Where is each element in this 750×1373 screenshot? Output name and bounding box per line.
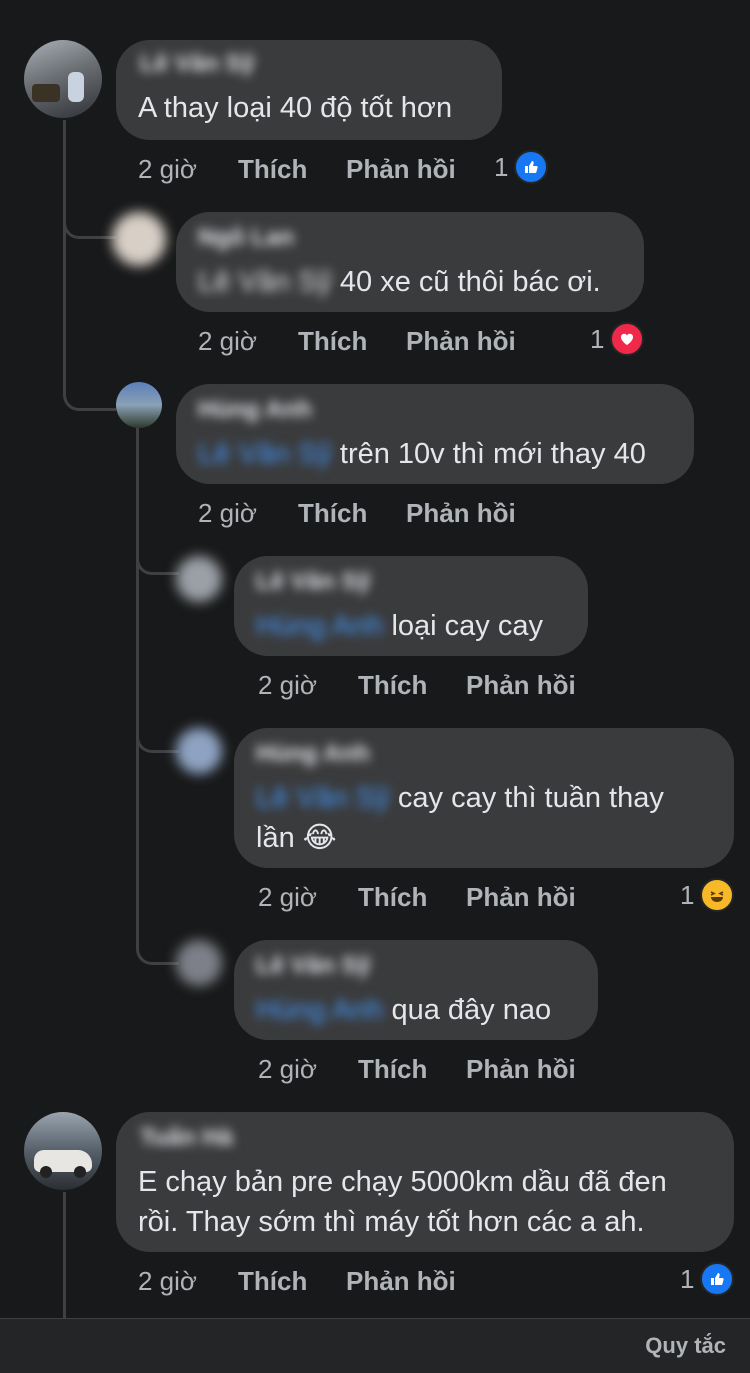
like-button[interactable]: Thích — [358, 1054, 427, 1085]
comment-text: Hùng Anh qua đây nao — [256, 990, 551, 1030]
comment-actions: 2 giờ Thích Phản hồi — [138, 154, 456, 186]
thread-curve-reply-4 — [136, 710, 179, 753]
comment-time[interactable]: 2 giờ — [258, 882, 317, 913]
comment-actions: 2 giờ Thích Phản hồi — [198, 326, 516, 358]
reply-button[interactable]: Phản hồi — [466, 670, 576, 701]
comment-actions: 2 giờ Thích Phản hồi — [198, 498, 516, 530]
avatar[interactable] — [176, 728, 222, 774]
haha-reaction-icon — [700, 878, 735, 912]
reply-button[interactable]: Phản hồi — [346, 1266, 456, 1297]
reply-button[interactable]: Phản hồi — [406, 326, 516, 357]
reaction-count: 1 — [494, 151, 509, 182]
like-button[interactable]: Thích — [238, 1266, 307, 1297]
comment-mention[interactable]: Lê Văn Sỹ — [198, 434, 332, 474]
comment-author[interactable]: Tuấn Hà — [140, 1124, 233, 1152]
comment-time[interactable]: 2 giờ — [258, 670, 317, 701]
comment-author[interactable]: Hùng Anh — [198, 396, 312, 424]
thread-curve-reply-2 — [63, 300, 116, 411]
comment-text-line-2: lần 😂 — [256, 822, 337, 854]
avatar[interactable] — [116, 382, 162, 428]
thread-curve-reply-1 — [63, 196, 116, 239]
like-reaction-icon — [514, 150, 549, 184]
comment-author[interactable]: Lê Văn Sỹ — [256, 568, 371, 596]
avatar[interactable] — [112, 212, 166, 266]
reaction-count: 1 — [680, 879, 695, 910]
comment-actions: 2 giờ Thích Phản hồi — [258, 882, 576, 914]
thread-curve-reply-5 — [136, 850, 179, 965]
comment-author[interactable]: Lê Văn Sỹ — [140, 50, 255, 78]
comment-mention[interactable]: Lê Văn Sỹ — [198, 262, 332, 302]
thread-line-nested — [136, 420, 139, 860]
like-button[interactable]: Thích — [298, 498, 367, 529]
avatar[interactable] — [24, 1112, 102, 1190]
comment-time[interactable]: 2 giờ — [258, 1054, 317, 1085]
comment-author[interactable]: Lê Văn Sỹ — [256, 952, 371, 980]
like-button[interactable]: Thích — [298, 326, 367, 357]
comment-actions: 2 giờ Thích Phản hồi — [258, 670, 576, 702]
comment-time[interactable]: 2 giờ — [138, 154, 197, 185]
reply-button[interactable]: Phản hồi — [346, 154, 456, 185]
love-reaction-icon — [610, 322, 645, 356]
comment-bubble: Lê Văn Sỹ A thay loại 40 độ tốt hơn — [116, 40, 502, 140]
footer-bar: Quy tắc — [0, 1318, 750, 1373]
avatar[interactable] — [176, 940, 222, 986]
comment-mention[interactable]: Lê Văn Sỹ — [256, 778, 390, 818]
comment-mention[interactable]: Hùng Anh — [256, 606, 383, 646]
reply-button[interactable]: Phản hồi — [406, 498, 516, 529]
reaction-count: 1 — [590, 323, 605, 354]
comment-bubble: Ngô Lan Lê Văn Sỹ 40 xe cũ thôi bác ơi. — [176, 212, 644, 312]
comment-actions: 2 giờ Thích Phản hồi — [258, 1054, 576, 1086]
comment-bubble: Tuấn Hà E chạy bản pre chạy 5000km dầu đ… — [116, 1112, 734, 1252]
comment-time[interactable]: 2 giờ — [198, 326, 257, 357]
reaction-summary[interactable]: 1 — [680, 1262, 735, 1296]
like-button[interactable]: Thích — [358, 882, 427, 913]
comment-text: Lê Văn Sỹ 40 xe cũ thôi bác ơi. — [198, 262, 601, 302]
like-reaction-icon — [700, 1262, 735, 1296]
comment-author[interactable]: Hùng Anh — [256, 740, 370, 768]
comment-text: E chạy bản pre chạy 5000km dầu đã đen — [138, 1166, 667, 1198]
comment-text: Lê Văn Sỹ cay cay thì tuần thay — [256, 778, 664, 818]
rules-link[interactable]: Quy tắc — [645, 1333, 726, 1359]
comment-bubble: Lê Văn Sỹ Hùng Anh qua đây nao — [234, 940, 598, 1040]
comment-author[interactable]: Ngô Lan — [198, 224, 294, 252]
comment-mention[interactable]: Hùng Anh — [256, 990, 383, 1030]
avatar[interactable] — [24, 40, 102, 118]
comment-actions: 2 giờ Thích Phản hồi — [138, 1266, 456, 1298]
reaction-summary[interactable]: 1 — [590, 322, 645, 356]
comment-time[interactable]: 2 giờ — [138, 1266, 197, 1297]
comment-time[interactable]: 2 giờ — [198, 498, 257, 529]
avatar[interactable] — [176, 556, 222, 602]
comment-bubble: Hùng Anh Lê Văn Sỹ trên 10v thì mới thay… — [176, 384, 694, 484]
reply-button[interactable]: Phản hồi — [466, 1054, 576, 1085]
reaction-count: 1 — [680, 1263, 695, 1294]
comment-text: Hùng Anh loại cay cay — [256, 606, 543, 646]
thread-curve-reply-3 — [136, 540, 179, 575]
like-button[interactable]: Thích — [358, 670, 427, 701]
comment-bubble: Hùng Anh Lê Văn Sỹ cay cay thì tuần thay… — [234, 728, 734, 868]
comment-bubble: Lê Văn Sỹ Hùng Anh loại cay cay — [234, 556, 588, 656]
comment-text: Lê Văn Sỹ trên 10v thì mới thay 40 — [198, 434, 646, 474]
thread-line-second — [63, 1192, 66, 1318]
reaction-summary[interactable]: 1 — [494, 150, 549, 184]
reply-button[interactable]: Phản hồi — [466, 882, 576, 913]
like-button[interactable]: Thích — [238, 154, 307, 185]
comment-text-line-2: rồi. Thay sớm thì máy tốt hơn các a ah. — [138, 1206, 645, 1238]
reaction-summary[interactable]: 1 — [680, 878, 735, 912]
comment-text: A thay loại 40 độ tốt hơn — [138, 92, 453, 124]
